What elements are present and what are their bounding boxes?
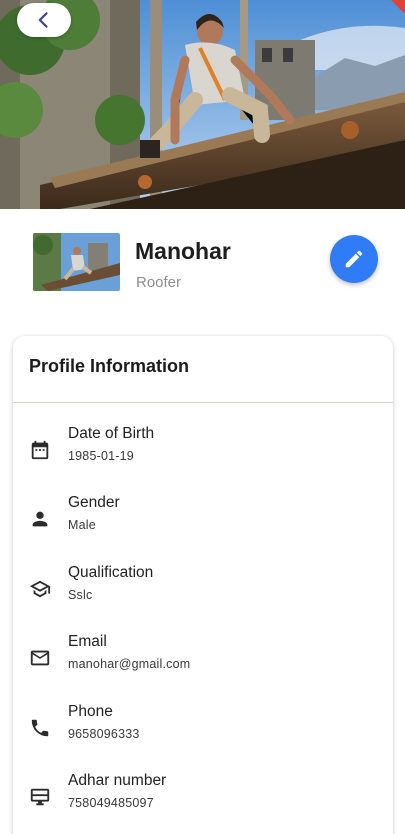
info-label: Phone [68,703,113,720]
info-value: 9658096333 [68,727,140,741]
phone-icon [31,719,49,737]
mail-icon [30,650,50,666]
info-row-date-of-birth: Date of Birth 1985-01-19 [13,425,393,485]
avatar [33,233,120,291]
info-row-adhar-number: Adhar number 758049485097 [13,772,393,832]
profile-information-card: Profile Information Date of Birth 1985-0… [13,336,393,834]
profile-header: Manohar Roofer [0,209,405,327]
info-value: Sslc [68,588,93,602]
info-row-phone: Phone 9658096333 [13,703,393,763]
calendar-icon [31,440,49,460]
card-title: Profile Information [29,356,190,376]
profile-role: Roofer [136,274,182,291]
info-label: Gender [68,494,120,511]
info-value: Male [68,518,96,532]
id-card-icon [30,788,50,806]
info-label: Date of Birth [68,425,155,442]
info-value: 758049485097 [68,796,154,810]
back-button[interactable] [17,3,71,37]
info-row-gender: Gender Male [13,494,393,554]
chevron-left-icon [38,12,48,28]
info-row-qualification: Qualification Sslc [13,564,393,624]
info-value: 1985-01-19 [68,449,134,463]
edit-profile-button[interactable] [330,235,378,283]
info-row-email: Email manohar@gmail.com [13,633,393,693]
info-label: Adhar number [68,772,167,789]
corner-ribbon [391,0,405,14]
info-value: manohar@gmail.com [68,657,191,671]
person-icon [32,511,48,527]
graduation-cap-icon [29,580,51,598]
pencil-icon [345,250,363,268]
divider [13,402,393,403]
info-label: Qualification [68,564,154,581]
info-label: Email [68,633,107,650]
profile-name: Manohar [135,238,231,264]
